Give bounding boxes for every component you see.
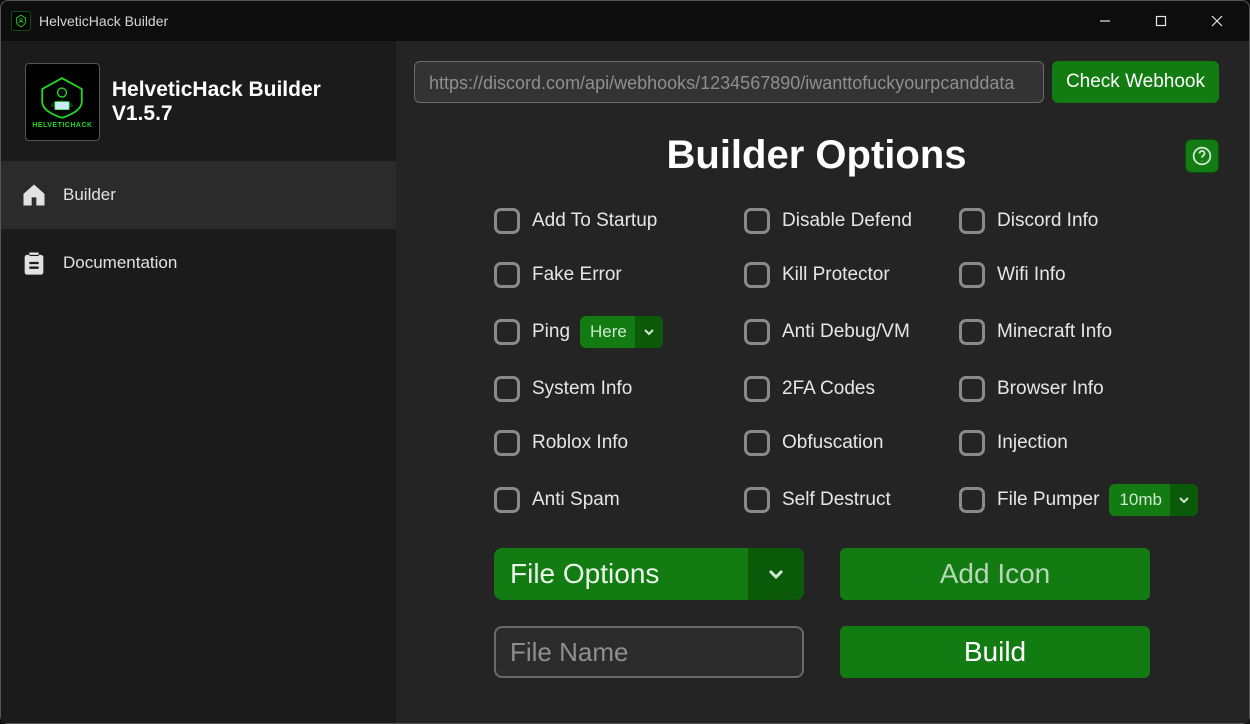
checkbox-icon [959, 319, 985, 345]
app-icon [11, 11, 31, 31]
webhook-row: https://discord.com/api/webhooks/1234567… [414, 61, 1219, 103]
option-anti-spam[interactable]: Anti Spam [494, 484, 744, 516]
close-button[interactable] [1189, 1, 1245, 41]
checkbox-icon [494, 208, 520, 234]
webhook-input[interactable]: https://discord.com/api/webhooks/1234567… [414, 61, 1044, 103]
checkbox-icon [959, 376, 985, 402]
checkbox-icon [494, 487, 520, 513]
file-name-input[interactable]: File Name [494, 626, 804, 678]
checkbox-icon [959, 262, 985, 288]
option-minecraft-info[interactable]: Minecraft Info [959, 316, 1219, 348]
minimize-button[interactable] [1077, 1, 1133, 41]
option-add-startup[interactable]: Add To Startup [494, 208, 744, 234]
option-kill-protector[interactable]: Kill Protector [744, 262, 959, 288]
checkbox-icon [494, 319, 520, 345]
brand-title: HelveticHack Builder V1.5.7 [112, 78, 376, 126]
brand-logo: HELVETICHACK [25, 63, 100, 141]
chevron-down-icon [1170, 484, 1198, 516]
section-header: Builder Options [414, 133, 1219, 178]
clipboard-icon [19, 248, 49, 278]
option-file-pumper[interactable]: File Pumper 10mb [959, 484, 1219, 516]
home-icon [19, 180, 49, 210]
option-obfuscation[interactable]: Obfuscation [744, 430, 959, 456]
chevron-down-icon [748, 548, 804, 600]
checkbox-icon [494, 430, 520, 456]
sidebar: HELVETICHACK HelveticHack Builder V1.5.7… [1, 41, 396, 723]
checkbox-icon [959, 487, 985, 513]
checkbox-icon [494, 262, 520, 288]
window-controls [1077, 1, 1245, 41]
sidebar-item-label: Documentation [63, 253, 177, 273]
bottom-controls: File Options Add Icon File Name Build [414, 548, 1219, 678]
section-title: Builder Options [667, 133, 967, 178]
option-ping[interactable]: Ping Here [494, 316, 744, 348]
brand-block: HELVETICHACK HelveticHack Builder V1.5.7 [1, 51, 396, 161]
brand-logo-text: HELVETICHACK [32, 122, 92, 129]
chevron-down-icon [635, 316, 663, 348]
option-discord-info[interactable]: Discord Info [959, 208, 1219, 234]
file-options-dropdown[interactable]: File Options [494, 548, 804, 600]
checkbox-icon [494, 376, 520, 402]
help-button[interactable] [1185, 139, 1219, 173]
main-panel: https://discord.com/api/webhooks/1234567… [396, 41, 1249, 723]
option-self-destruct[interactable]: Self Destruct [744, 484, 959, 516]
sidebar-item-documentation[interactable]: Documentation [1, 229, 396, 297]
options-grid: Add To Startup Disable Defender Discord … [414, 208, 1219, 516]
sidebar-item-builder[interactable]: Builder [1, 161, 396, 229]
option-2fa-codes[interactable]: 2FA Codes [744, 376, 959, 402]
file-pumper-dropdown[interactable]: 10mb [1109, 484, 1198, 516]
maximize-button[interactable] [1133, 1, 1189, 41]
option-roblox-info[interactable]: Roblox Info [494, 430, 744, 456]
app-window: HelveticHack Builder HELVETICHACK H [0, 0, 1250, 724]
check-webhook-button[interactable]: Check Webhook [1052, 61, 1219, 103]
titlebar: HelveticHack Builder [1, 1, 1249, 41]
checkbox-icon [744, 376, 770, 402]
build-button[interactable]: Build [840, 626, 1150, 678]
ping-dropdown[interactable]: Here [580, 316, 663, 348]
option-injection[interactable]: Injection [959, 430, 1219, 456]
checkbox-icon [744, 208, 770, 234]
app-body: HELVETICHACK HelveticHack Builder V1.5.7… [1, 41, 1249, 723]
option-system-info[interactable]: System Info [494, 376, 744, 402]
checkbox-icon [959, 430, 985, 456]
option-browser-info[interactable]: Browser Info [959, 376, 1219, 402]
checkbox-icon [744, 319, 770, 345]
option-fake-error[interactable]: Fake Error [494, 262, 744, 288]
sidebar-item-label: Builder [63, 185, 116, 205]
option-anti-debug[interactable]: Anti Debug/VM [744, 316, 959, 348]
checkbox-icon [959, 208, 985, 234]
option-disable-defender[interactable]: Disable Defender [744, 208, 959, 234]
add-icon-button[interactable]: Add Icon [840, 548, 1150, 600]
option-wifi-info[interactable]: Wifi Info [959, 262, 1219, 288]
checkbox-icon [744, 262, 770, 288]
window-title: HelveticHack Builder [39, 13, 1077, 29]
checkbox-icon [744, 430, 770, 456]
checkbox-icon [744, 487, 770, 513]
